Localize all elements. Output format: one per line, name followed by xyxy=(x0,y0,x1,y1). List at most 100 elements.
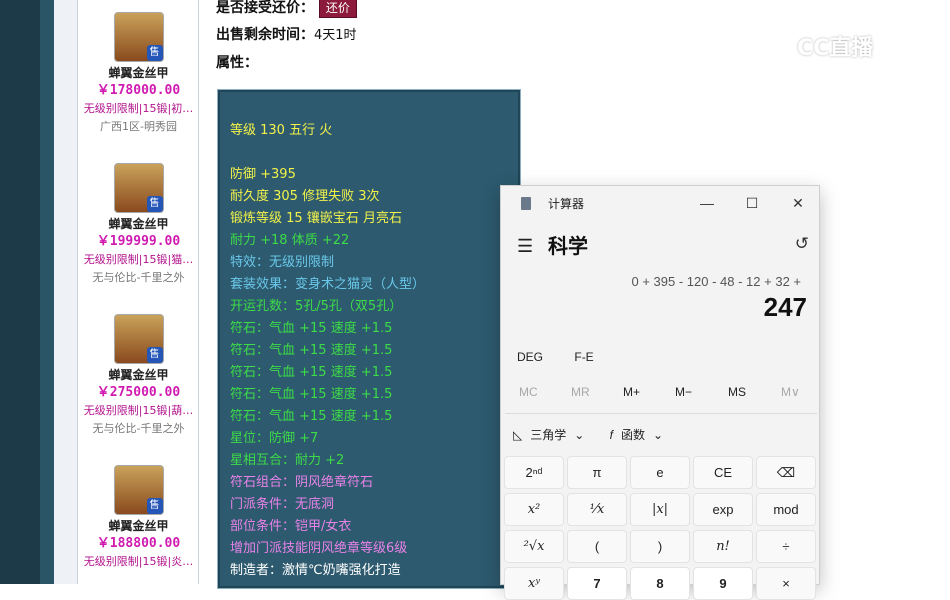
attribute-line: 制造者：激情℃奶嘴强化打造 xyxy=(230,563,401,578)
attribute-line: 部位条件：铠甲/女衣 xyxy=(230,519,352,534)
item-name[interactable]: 蝉翼金丝甲 xyxy=(78,517,199,535)
divider xyxy=(505,413,817,414)
key-square[interactable]: x² xyxy=(504,493,564,526)
mc-button[interactable]: MC xyxy=(519,385,538,399)
m-plus-button[interactable]: M+ xyxy=(623,385,640,399)
attribute-line: 符石：气血 +15 速度 +1.5 xyxy=(230,365,393,380)
haggle-row: 是否接受还价： 还价 xyxy=(216,0,357,18)
remaining-time-row: 出售剩余时间：4天1时 xyxy=(216,24,357,44)
key-reciprocal[interactable]: ¹⁄x xyxy=(567,493,627,526)
listing-sidebar: 售 蝉翼金丝甲 ￥178000.00 无级别限制|15锻|初… 广西1区-明秀园… xyxy=(78,0,199,584)
memory-list-button[interactable]: M∨ xyxy=(781,385,800,399)
calculator-window[interactable]: 计算器 — ☐ ✕ ☰ 科学 ↺ 0 + 395 - 120 - 48 - 12… xyxy=(500,185,820,600)
item-name[interactable]: 蝉翼金丝甲 xyxy=(78,64,199,82)
key-abs[interactable]: |x| xyxy=(630,493,690,526)
menu-icon[interactable]: ☰ xyxy=(517,236,533,257)
item-server: 广西1区-明秀园 xyxy=(100,120,177,133)
minimize-icon[interactable]: — xyxy=(687,190,727,216)
item-price: ￥275000.00 xyxy=(96,385,181,400)
remaining-label: 出售剩余时间： xyxy=(216,27,314,43)
history-icon[interactable]: ↺ xyxy=(795,234,809,254)
list-item[interactable]: 售 蝉翼金丝甲 ￥275000.00 无级别限制|15锻|葫… 无与伦比-千里之… xyxy=(78,314,199,438)
item-price: ￥188800.00 xyxy=(96,536,181,551)
attribute-line: 锻炼等级 15 镶嵌宝石 月亮石 xyxy=(230,211,402,226)
attribute-line: 耐力 +18 体质 +22 xyxy=(230,233,350,248)
key-ce[interactable]: CE xyxy=(693,456,753,489)
attribute-line: 增加门派技能阴风绝章等级6级 xyxy=(230,541,408,556)
calculator-header: ☰ 科学 ↺ xyxy=(515,230,815,260)
item-thumbnail[interactable]: 售 xyxy=(113,314,164,364)
key-2nd[interactable]: 2ⁿᵈ xyxy=(504,456,564,489)
chevron-down-icon[interactable]: ⌄ xyxy=(653,428,663,442)
window-title: 计算器 xyxy=(548,197,585,211)
close-icon[interactable]: ✕ xyxy=(778,190,818,216)
item-name[interactable]: 蝉翼金丝甲 xyxy=(78,215,199,233)
expression-display: 0 + 395 - 120 - 48 - 12 + 32 + xyxy=(631,274,801,289)
attribute-header: 等级 130 五行 火 xyxy=(230,123,333,138)
calculator-app-icon xyxy=(521,197,531,210)
item-server: 无与伦比-千里之外 xyxy=(92,271,185,284)
attribute-line: 防御 +395 xyxy=(230,167,296,182)
item-meta: 无级别限制|15锻|葫… xyxy=(83,404,194,417)
mode-title: 科学 xyxy=(548,236,588,258)
watermark-logo: CC直播 xyxy=(797,36,874,61)
item-thumbnail[interactable]: 售 xyxy=(113,12,164,62)
item-meta: 无级别限制|15锻|猫… xyxy=(83,253,194,266)
attribute-line: 门派条件：无底洞 xyxy=(230,497,335,512)
key-mod[interactable]: mod xyxy=(756,493,816,526)
key-open-paren[interactable]: ( xyxy=(567,530,627,563)
item-price: ￥199999.00 xyxy=(96,234,181,249)
item-thumbnail[interactable]: 售 xyxy=(113,465,164,515)
attribute-line: 套装效果：变身术之猫灵（人型） xyxy=(230,277,426,292)
mr-button[interactable]: MR xyxy=(571,385,590,399)
list-item[interactable]: 售 蝉翼金丝甲 ￥199999.00 无级别限制|15锻|猫… 无与伦比-千里之… xyxy=(78,163,199,287)
page-background-strip xyxy=(40,0,54,584)
m-minus-button[interactable]: M− xyxy=(675,385,692,399)
angle-mode-row: DEG F-E xyxy=(517,350,622,364)
function-dropdown[interactable]: 函数 xyxy=(621,428,645,442)
item-thumbnail[interactable]: 售 xyxy=(113,163,164,213)
list-item[interactable]: 售 蝉翼金丝甲 ￥178000.00 无级别限制|15锻|初… 广西1区-明秀园 xyxy=(78,12,199,136)
sale-badge: 售 xyxy=(146,347,163,363)
key-factorial[interactable]: n! xyxy=(693,530,753,563)
page-background-left xyxy=(0,0,40,584)
item-meta: 无级别限制|15锻|炎… xyxy=(83,555,194,568)
attributes-panel: 等级 130 五行 火 防御 +395 耐久度 305 修理失败 3次锻炼等级 1… xyxy=(217,89,521,589)
key-backspace[interactable]: ⌫ xyxy=(756,456,816,489)
attribute-line: 开运孔数：5孔/5孔（双5孔） xyxy=(230,299,403,314)
attribute-line: 符石：气血 +15 速度 +1.5 xyxy=(230,343,393,358)
attribute-line: 符石：气血 +15 速度 +1.5 xyxy=(230,409,393,424)
trig-icon: ◺ xyxy=(513,428,523,442)
sale-badge: 售 xyxy=(146,498,163,514)
trig-dropdown[interactable]: 三角学 xyxy=(530,428,566,442)
attribute-lines: 防御 +395 耐久度 305 修理失败 3次锻炼等级 15 镶嵌宝石 月亮石 耐力… xyxy=(230,164,508,582)
attribute-line: 耐久度 305 修理失败 3次 xyxy=(230,189,380,204)
attribute-line: 星相互合：耐力 +2 xyxy=(230,453,345,468)
sale-badge: 售 xyxy=(146,45,163,61)
chevron-down-icon[interactable]: ⌄ xyxy=(574,428,584,442)
calculator-titlebar[interactable]: 计算器 — ☐ ✕ xyxy=(501,186,819,220)
key-pi[interactable]: π xyxy=(567,456,627,489)
function-icon: f xyxy=(609,428,613,442)
fe-button[interactable]: F-E xyxy=(574,350,593,364)
attribute-line: 符石：气血 +15 速度 +1.5 xyxy=(230,321,393,336)
key-sqrt[interactable]: ²√x xyxy=(504,530,564,563)
deg-button[interactable]: DEG xyxy=(517,350,543,364)
ms-button[interactable]: MS xyxy=(728,385,746,399)
key-exp[interactable]: exp xyxy=(693,493,753,526)
maximize-icon[interactable]: ☐ xyxy=(732,190,772,216)
key-divide[interactable]: ÷ xyxy=(756,530,816,563)
key-e[interactable]: e xyxy=(630,456,690,489)
attribute-line: 星位：防御 +7 xyxy=(230,431,319,446)
attribute-line: 符石组合：阴风绝章符石 xyxy=(230,475,374,490)
item-name[interactable]: 蝉翼金丝甲 xyxy=(78,366,199,384)
page-gutter xyxy=(54,0,78,584)
result-display: 247 xyxy=(763,292,807,322)
attribute-line: 特效：无级别限制 xyxy=(230,255,335,270)
attribute-line: 符石：气血 +15 速度 +1.5 xyxy=(230,387,393,402)
list-item[interactable]: 售 蝉翼金丝甲 ￥188800.00 无级别限制|15锻|炎… xyxy=(78,465,199,571)
haggle-button[interactable]: 还价 xyxy=(318,0,357,18)
haggle-label: 是否接受还价： xyxy=(216,0,314,16)
key-close-paren[interactable]: ) xyxy=(630,530,690,563)
sale-badge: 售 xyxy=(146,196,163,212)
